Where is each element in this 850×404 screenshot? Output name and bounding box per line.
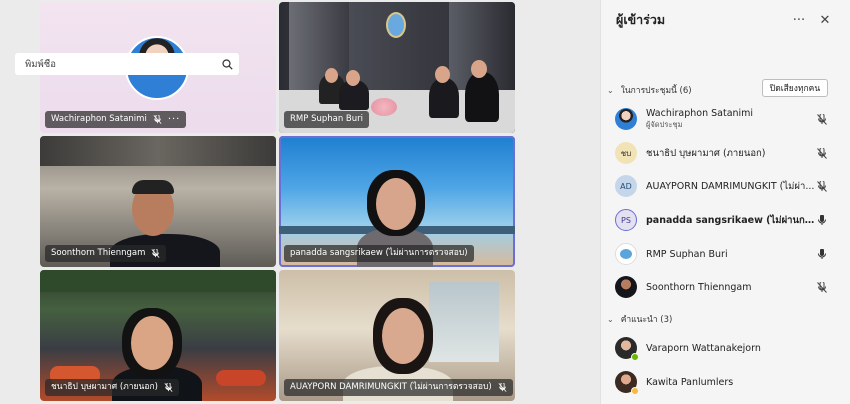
avatar — [615, 371, 639, 395]
tile-name-tag: AUAYPORN DAMRIMUNGKIT (ไม่ผ่านการตรวจสอบ… — [284, 379, 513, 396]
person-head — [382, 308, 424, 364]
mic-icon[interactable] — [815, 213, 829, 227]
sofa — [216, 370, 266, 386]
tile-more-icon[interactable]: ··· — [168, 111, 181, 128]
mic-off-icon — [164, 383, 173, 392]
organization-logo — [620, 249, 632, 259]
tile-name: RMP Suphan Buri — [290, 114, 364, 124]
participant-name: Soonthorn Thienngam — [646, 281, 752, 293]
person-head — [471, 60, 487, 78]
person — [429, 78, 459, 118]
tile-name-tag: panadda sangsrikaew (ไม่ผ่านการตรวจสอบ) — [284, 245, 474, 262]
organization-logo — [386, 12, 406, 38]
ceiling — [40, 136, 276, 166]
avatar: AD — [615, 175, 637, 197]
panel-title: ผู้เข้าร่วม — [616, 12, 666, 27]
section-label: ในการประชุมนี้ (6) — [620, 86, 692, 96]
suggested-name: Varaporn Wattanakejorn — [646, 342, 761, 354]
tile-name-tag: RMP Suphan Buri — [284, 111, 370, 128]
search-input[interactable] — [25, 58, 222, 70]
suggested-name: Kawita Panlumlers — [646, 376, 734, 388]
tile-name: AUAYPORN DAMRIMUNGKIT (ไม่ผ่านการตรวจสอบ… — [290, 382, 492, 392]
suggested-row[interactable]: Kawita Panlumlers — [615, 367, 835, 397]
section-in-meeting[interactable]: ⌄ ในการประชุมนี้ (6) — [607, 83, 692, 97]
person-head — [376, 178, 416, 230]
status-away-icon — [631, 387, 639, 395]
person — [465, 72, 499, 122]
video-tile-auayporn[interactable]: AUAYPORN DAMRIMUNGKIT (ไม่ผ่านการตรวจสอบ… — [279, 270, 515, 401]
avatar — [615, 243, 637, 265]
mic-off-icon[interactable] — [815, 179, 829, 193]
person-head — [346, 70, 360, 86]
search-box[interactable] — [15, 53, 239, 75]
avatar: ชบ — [615, 142, 637, 164]
mic-off-icon[interactable] — [815, 112, 829, 126]
avatar — [615, 276, 637, 298]
participant-row[interactable]: Wachiraphon Satanimi ผู้จัดประชุม — [615, 104, 835, 134]
participant-name: ชนาธิป บุษผามาศ (ภายนอก) — [646, 147, 766, 159]
participant-role: ผู้จัดประชุม — [646, 119, 683, 129]
participant-name: panadda sangsrikaew (ไม่ผ่านการ... — [646, 214, 815, 226]
tile-name-tag: Soonthorn Thienngam — [45, 245, 167, 262]
participant-row[interactable]: ชบ ชนาธิป บุษผามาศ (ภายนอก) — [615, 138, 835, 168]
mic-off-icon[interactable] — [815, 280, 829, 294]
participant-name: Wachiraphon Satanimi — [646, 107, 754, 119]
participant-row[interactable]: Soonthorn Thienngam — [615, 272, 835, 302]
person-head — [325, 68, 338, 83]
person-hair — [132, 180, 174, 194]
panel-header: ผู้เข้าร่วม ··· ✕ — [601, 0, 850, 40]
tile-name: Wachiraphon Satanimi — [51, 114, 147, 124]
search-icon[interactable] — [222, 58, 233, 70]
section-label: คำแนะนำ (3) — [620, 315, 673, 325]
plant-wall — [40, 270, 276, 292]
window — [429, 282, 499, 362]
video-tile-soonthorn[interactable]: Soonthorn Thienngam — [40, 136, 276, 267]
status-available-icon — [631, 353, 639, 361]
mic-off-icon — [151, 249, 160, 258]
chevron-down-icon: ⌄ — [607, 85, 614, 95]
participant-row-speaking[interactable]: PS panadda sangsrikaew (ไม่ผ่านการ... — [615, 205, 835, 235]
tile-name-tag: ชนาธิป บุษผามาศ (ภายนอก) — [45, 379, 179, 396]
section-suggested[interactable]: ⌄ คำแนะนำ (3) — [607, 312, 672, 326]
suggested-row[interactable]: Varaporn Wattanakejorn — [615, 333, 835, 363]
close-icon[interactable]: ✕ — [815, 10, 835, 30]
mic-off-icon — [498, 383, 507, 392]
tile-name: panadda sangsrikaew (ไม่ผ่านการตรวจสอบ) — [290, 248, 468, 258]
tile-name: Soonthorn Thienngam — [51, 248, 146, 258]
video-tile-rmp-suphan-buri[interactable]: RMP Suphan Buri — [279, 2, 515, 133]
person-head — [131, 316, 173, 370]
tile-name: ชนาธิป บุษผามาศ (ภายนอก) — [51, 382, 158, 392]
avatar — [615, 108, 637, 130]
mic-off-icon — [153, 115, 162, 124]
flower-bouquet — [371, 98, 397, 116]
mic-icon[interactable] — [815, 247, 829, 261]
mic-off-icon[interactable] — [815, 146, 829, 160]
avatar — [615, 337, 639, 361]
participant-row[interactable]: AD AUAYPORN DAMRIMUNGKIT (ไม่ผ่า... — [615, 171, 835, 201]
video-tile-chanathip[interactable]: ชนาธิป บุษผามาศ (ภายนอก) — [40, 270, 276, 401]
participant-row[interactable]: RMP Suphan Buri — [615, 239, 835, 269]
video-tile-panadda[interactable]: panadda sangsrikaew (ไม่ผ่านการตรวจสอบ) — [279, 136, 515, 267]
more-options-icon[interactable]: ··· — [789, 10, 809, 30]
person-head — [435, 66, 450, 83]
participant-name: RMP Suphan Buri — [646, 248, 728, 260]
chevron-down-icon: ⌄ — [607, 314, 614, 324]
mute-all-button[interactable]: ปิดเสียงทุกคน — [762, 79, 828, 97]
participant-name: AUAYPORN DAMRIMUNGKIT (ไม่ผ่า... — [646, 180, 815, 192]
avatar: PS — [615, 209, 637, 231]
tile-name-tag: Wachiraphon Satanimi ··· — [45, 111, 187, 128]
